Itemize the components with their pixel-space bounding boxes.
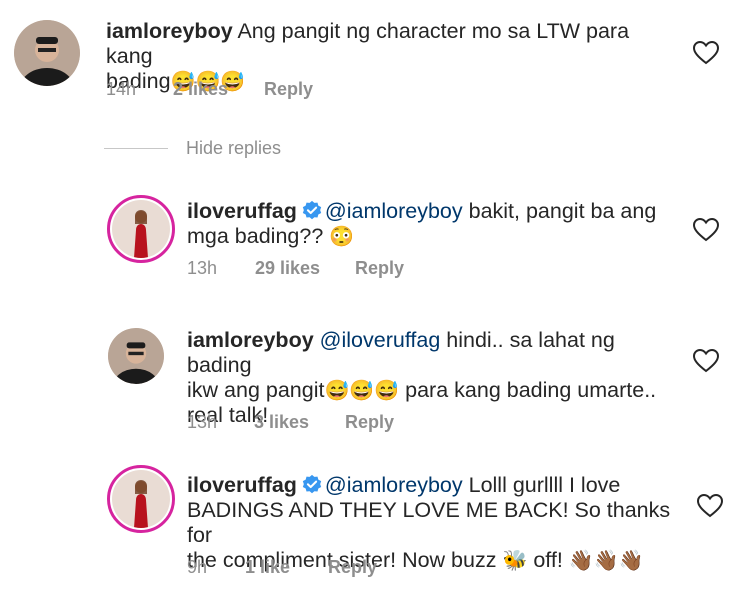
likes-count[interactable]: 29 likes bbox=[255, 258, 320, 279]
comment-meta: 13h 3 likes Reply bbox=[187, 412, 487, 434]
laughing-emoji: 😅😅😅 bbox=[324, 380, 400, 402]
username[interactable]: iamloreyboy bbox=[106, 19, 233, 43]
likes-count[interactable]: 1 like bbox=[245, 557, 290, 578]
flushed-emoji: 😳 bbox=[329, 226, 355, 248]
mention-link[interactable]: @iloveruffag bbox=[320, 328, 441, 352]
username[interactable]: iloveruffag bbox=[187, 199, 297, 223]
verified-badge-icon bbox=[302, 474, 322, 494]
reply-button[interactable]: Reply bbox=[328, 557, 377, 578]
mention-link[interactable]: @iamloreyboy bbox=[325, 473, 463, 497]
divider-line bbox=[104, 148, 168, 149]
likes-count[interactable]: 2 likes bbox=[173, 79, 228, 100]
avatar[interactable] bbox=[108, 328, 164, 384]
avatar[interactable] bbox=[107, 465, 175, 533]
waving-hand-emoji: 👋🏾👋🏾👋🏾 bbox=[568, 550, 644, 572]
comment-text-line: Lolll gurllll I love bbox=[462, 473, 621, 497]
mention-link[interactable]: @iamloreyboy bbox=[325, 199, 463, 223]
timestamp: 9h bbox=[187, 557, 208, 577]
comment-text-line: off! bbox=[527, 548, 569, 572]
avatar-image bbox=[14, 20, 80, 86]
heart-icon[interactable] bbox=[697, 494, 723, 518]
timestamp: 14h bbox=[106, 79, 137, 99]
comment-meta: 13h 29 likes Reply bbox=[187, 258, 487, 280]
timestamp: 13h bbox=[187, 258, 218, 278]
likes-count[interactable]: 3 likes bbox=[254, 412, 309, 433]
comment-text-line: mga bading?? bbox=[187, 224, 324, 248]
reply-button[interactable]: Reply bbox=[264, 79, 313, 100]
username[interactable]: iloveruffag bbox=[187, 473, 297, 497]
reply-button[interactable]: Reply bbox=[355, 258, 404, 279]
avatar[interactable] bbox=[14, 20, 80, 86]
comment-meta: 9h 1 like Reply bbox=[187, 557, 487, 579]
avatar[interactable] bbox=[107, 195, 175, 263]
avatar-image bbox=[108, 328, 164, 384]
heart-icon[interactable] bbox=[693, 349, 719, 373]
verified-badge-icon bbox=[302, 200, 322, 220]
username[interactable]: iamloreyboy bbox=[187, 328, 314, 352]
heart-icon[interactable] bbox=[693, 218, 719, 242]
bee-emoji: 🐝 bbox=[502, 550, 528, 572]
hide-replies-label[interactable]: Hide replies bbox=[186, 138, 281, 159]
comment-text-line: ikw ang pangit bbox=[187, 378, 325, 402]
comment-text-line: para kang bading umarte.. bbox=[399, 378, 657, 402]
timestamp: 13h bbox=[187, 412, 218, 432]
heart-icon[interactable] bbox=[693, 41, 719, 65]
reply-button[interactable]: Reply bbox=[345, 412, 394, 433]
comment-text-line: bakit, pangit ba ang bbox=[462, 199, 657, 223]
avatar-image bbox=[112, 200, 170, 258]
comment-text-line: BADINGS AND THEY LOVE ME BACK! So thanks… bbox=[187, 498, 671, 547]
avatar-image bbox=[112, 470, 170, 528]
comment-meta: 14h 2 likes Reply bbox=[106, 79, 406, 101]
comment-text: iloveruffag @iamloreyboy bakit, pangit ba… bbox=[187, 199, 667, 249]
